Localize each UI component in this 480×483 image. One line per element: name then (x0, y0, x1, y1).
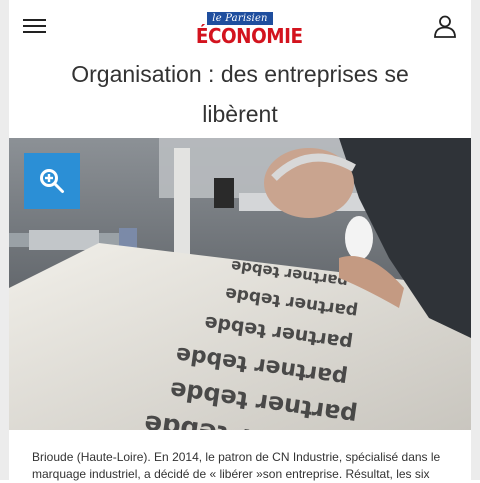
article-title: Organisation : des entreprises se libère… (9, 54, 471, 134)
article-title-line-1: Organisation : des entreprises se (71, 61, 409, 87)
user-account-icon[interactable] (433, 14, 457, 38)
page-margin-left (0, 0, 9, 480)
page-margin-right (471, 0, 480, 480)
logo-economie: ÉCONOMIE (195, 24, 303, 48)
zoom-in-button[interactable] (24, 153, 80, 209)
zoom-in-icon (40, 169, 64, 193)
article-photo[interactable]: partner tebde partner tebde partner tebd… (9, 138, 471, 430)
photo-caption: Brioude (Haute-Loire). En 2014, le patro… (32, 450, 441, 481)
site-header: le Parisien ÉCONOMIE (9, 0, 471, 50)
article-title-line-2: libèrent (202, 101, 278, 127)
hamburger-menu-icon[interactable] (23, 17, 46, 34)
site-logo[interactable]: le Parisien ÉCONOMIE (192, 8, 303, 48)
